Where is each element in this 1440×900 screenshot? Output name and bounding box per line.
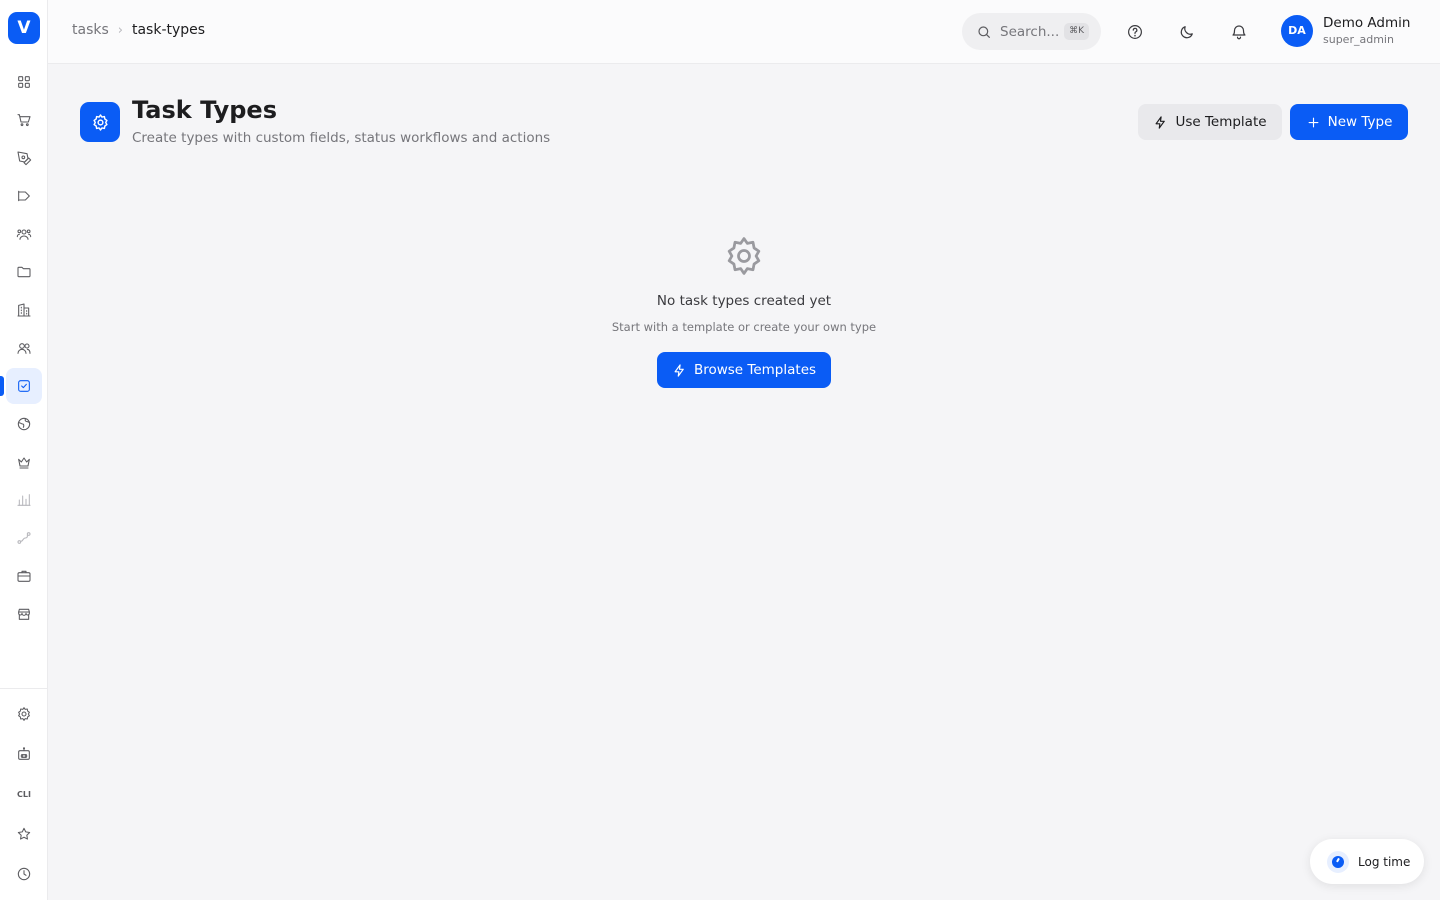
avatar: DA (1281, 14, 1313, 47)
sidebar-item-jobs[interactable] (6, 558, 42, 594)
clock-icon (17, 867, 31, 881)
user-menu[interactable]: DA Demo Admin super_admin (1281, 14, 1410, 47)
sidebar-item-dashboard[interactable] (6, 64, 42, 100)
store-icon (18, 608, 30, 620)
sidebar-item-campaigns[interactable] (6, 178, 42, 214)
bell-icon (1232, 25, 1246, 40)
megaphone-icon (18, 190, 30, 202)
log-time-label: Log time (1358, 854, 1411, 869)
cli-label: CLI (17, 789, 31, 799)
use-template-button[interactable]: Use Template (1138, 104, 1282, 140)
route-icon (17, 532, 31, 544)
sidebar-item-people[interactable] (6, 216, 42, 252)
lightning-icon (1156, 115, 1166, 129)
moon-icon (1180, 26, 1193, 39)
theme-toggle-button[interactable] (1171, 16, 1203, 48)
sidebar-item-history[interactable] (6, 856, 42, 892)
robot-icon (18, 747, 30, 760)
sidebar-item-shop[interactable] (6, 102, 42, 138)
user-role: super_admin (1323, 33, 1394, 46)
sidebar-item-analytics[interactable] (6, 482, 42, 518)
active-indicator (0, 376, 4, 396)
help-icon (1128, 25, 1142, 39)
crown-icon (18, 457, 30, 469)
sidebar-item-routes[interactable] (6, 520, 42, 556)
sidebar-item-teams[interactable] (6, 330, 42, 366)
log-time-button[interactable]: Log time (1310, 839, 1424, 884)
sidebar-item-premium[interactable] (6, 444, 42, 480)
sidebar-item-tasks[interactable] (6, 368, 42, 404)
checkbox-icon (18, 380, 30, 392)
breadcrumb: tasks › task-types (72, 22, 205, 38)
search-placeholder: Search... (1000, 23, 1060, 40)
search-shortcut: ⌘K (1064, 23, 1089, 40)
search-input[interactable]: Search... ⌘K (962, 13, 1101, 50)
empty-state-subtitle: Start with a template or create your own… (611, 320, 877, 334)
search-icon (978, 25, 990, 38)
page-icon (80, 102, 120, 142)
sidebar-item-globe[interactable] (6, 406, 42, 442)
sidebar: V CLI (0, 0, 48, 900)
folder-icon (17, 266, 31, 278)
notifications-button[interactable] (1223, 16, 1255, 48)
sidebar-item-files[interactable] (6, 254, 42, 290)
sidebar-item-cli[interactable]: CLI (6, 776, 42, 812)
chevron-right-icon: › (117, 22, 123, 38)
breadcrumb-current: task-types (131, 22, 206, 38)
sidebar-item-companies[interactable] (6, 292, 42, 328)
grid-icon (18, 76, 30, 88)
briefcase-icon (17, 570, 31, 582)
pen-tool-icon (17, 151, 32, 166)
new-type-label: New Type (1327, 114, 1393, 130)
users-icon (16, 229, 32, 240)
use-template-label: Use Template (1175, 114, 1267, 130)
top-bar: tasks › task-types Search... ⌘K DA Demo … (48, 0, 1440, 64)
empty-state-title: No task types created yet (656, 293, 832, 309)
lightning-icon (674, 363, 684, 377)
app-logo[interactable]: V (8, 12, 40, 44)
page-subtitle: Create types with custom fields, status … (132, 130, 551, 146)
bar-chart-icon (17, 494, 31, 506)
sidebar-item-store[interactable] (6, 596, 42, 632)
building-icon (17, 303, 31, 317)
globe-icon (17, 417, 31, 431)
breadcrumb-parent[interactable]: tasks (72, 22, 109, 38)
sidebar-item-settings[interactable] (6, 696, 42, 732)
timer-icon (1327, 850, 1349, 873)
sidebar-item-bot[interactable] (6, 736, 42, 772)
browse-templates-button[interactable]: Browse Templates (657, 352, 831, 388)
sidebar-item-design[interactable] (6, 140, 42, 176)
help-button[interactable] (1119, 16, 1151, 48)
star-icon (17, 827, 31, 840)
browse-templates-label: Browse Templates (693, 362, 817, 378)
plus-icon (1308, 117, 1319, 127)
gear-icon (92, 113, 108, 131)
cart-icon (17, 114, 31, 127)
new-type-button[interactable]: New Type (1290, 104, 1408, 140)
sidebar-item-favorites[interactable] (6, 816, 42, 852)
page-title: Task Types (132, 96, 277, 124)
empty-state-gear-icon (722, 234, 766, 278)
gear-icon (18, 707, 30, 721)
team-icon (17, 343, 31, 354)
user-name: Demo Admin (1323, 15, 1411, 31)
sidebar-divider (0, 688, 48, 689)
